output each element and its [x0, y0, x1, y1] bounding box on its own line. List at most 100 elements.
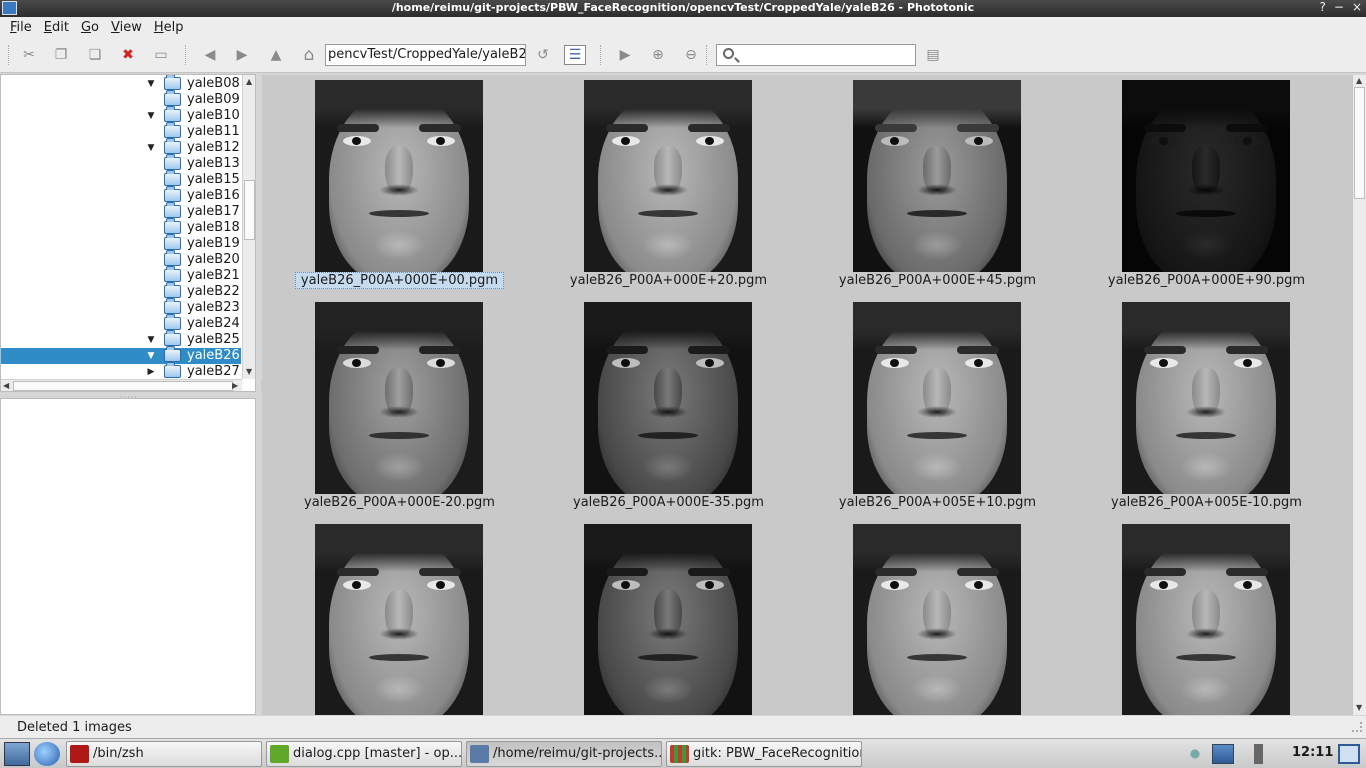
thumbnail-item[interactable] [262, 519, 531, 715]
tree-vertical-scrollbar[interactable]: ▲ ▼ [242, 75, 255, 379]
thumbnail-vertical-scrollbar[interactable]: ▲ ▼ [1352, 75, 1366, 715]
rename-icon[interactable]: ▭ [150, 45, 172, 65]
face-thumbnail-image[interactable] [315, 524, 483, 715]
network-wired-icon[interactable] [1212, 744, 1234, 764]
face-thumbnail-image[interactable] [1122, 302, 1290, 494]
tree-item-yaleB10[interactable]: ▼ yaleB10 [1, 106, 241, 124]
thumbnail-item[interactable]: yaleB26_P00A+000E-35.pgm [531, 297, 800, 519]
scroll-down-arrow[interactable]: ▼ [246, 367, 252, 376]
view-mode-icon[interactable]: ☰ [564, 45, 586, 65]
tree-horizontal-scrollbar[interactable]: ◀ ▶ [1, 379, 242, 391]
play-icon[interactable]: ▶ [614, 45, 636, 65]
desktop-switch-icon[interactable] [1338, 744, 1360, 764]
collapse-arrow-icon[interactable]: ▼ [146, 111, 156, 121]
tree-item-yaleB11[interactable]: yaleB11 [1, 122, 241, 140]
thumbnail-item[interactable] [800, 519, 1069, 715]
collapse-arrow-icon[interactable]: ▼ [146, 143, 156, 153]
paste-icon[interactable]: ❏ [84, 45, 106, 65]
menu-help[interactable]: Help [148, 20, 190, 35]
close-window-button[interactable]: × [1352, 0, 1362, 14]
clock[interactable]: 12:11 [1292, 745, 1333, 760]
help-window-button[interactable]: ? [1320, 0, 1326, 14]
thumbnail-item[interactable] [1069, 519, 1338, 715]
scroll-right-arrow[interactable]: ▶ [232, 381, 238, 390]
collapse-arrow-icon[interactable]: ▼ [146, 351, 156, 361]
arrow-right-icon[interactable]: ▶ [231, 45, 253, 65]
face-thumbnail-image[interactable] [1122, 80, 1290, 272]
thumbnail-item[interactable]: yaleB26_P00A+005E-10.pgm [1069, 297, 1338, 519]
tree-item-yaleB27[interactable]: ▶ yaleB27 [1, 362, 241, 380]
face-thumbnail-image[interactable] [584, 524, 752, 715]
scissors-icon[interactable]: ✂ [18, 45, 40, 65]
zoom-out-icon[interactable]: ⊖ [680, 45, 702, 65]
refresh-icon[interactable]: ↺ [532, 45, 554, 65]
path-input[interactable]: pencvTest/CroppedYale/yaleB26 [325, 44, 526, 66]
tree-item-yaleB23[interactable]: yaleB23 [1, 298, 241, 316]
task-gitk[interactable]: gitk: PBW_FaceRecognition [666, 741, 862, 767]
face-thumbnail-image[interactable] [584, 80, 752, 272]
tree-item-yaleB26[interactable]: ▼ yaleB26 [1, 346, 241, 364]
desktop-icon[interactable] [4, 742, 30, 766]
arrow-up-icon[interactable]: ▲ [265, 45, 287, 65]
expand-arrow-icon[interactable]: ▶ [146, 367, 156, 377]
scroll-down-arrow[interactable]: ▼ [1356, 703, 1362, 712]
thumbnail-item[interactable]: yaleB26_P00A+000E-20.pgm [262, 297, 531, 519]
scrollbar-thumb[interactable] [244, 180, 255, 240]
tree-item-yaleB17[interactable]: yaleB17 [1, 202, 241, 220]
settings-icon[interactable]: ▤ [922, 45, 944, 65]
tree-item-yaleB09[interactable]: yaleB09 [1, 90, 241, 108]
face-thumbnail-image[interactable] [853, 302, 1021, 494]
resize-grip[interactable] [1352, 722, 1362, 732]
face-thumbnail-image[interactable] [1122, 524, 1290, 715]
tree-item-yaleB15[interactable]: yaleB15 [1, 170, 241, 188]
scroll-up-arrow[interactable]: ▲ [246, 77, 252, 86]
thumbnail-item[interactable]: yaleB26_P00A+005E+10.pgm [800, 297, 1069, 519]
task-qt-creator[interactable]: dialog.cpp [master] - op... [266, 741, 462, 767]
face-thumbnail-image[interactable] [853, 524, 1021, 715]
menu-go[interactable]: Go [75, 20, 105, 35]
scroll-left-arrow[interactable]: ◀ [3, 381, 9, 390]
tree-item-yaleB08[interactable]: ▼ yaleB08 [1, 75, 241, 92]
thumbnail-item[interactable]: yaleB26_P00A+000E+90.pgm [1069, 75, 1338, 297]
tree-item-yaleB25[interactable]: ▼ yaleB25 [1, 330, 241, 348]
collapse-arrow-icon[interactable]: ▼ [146, 79, 156, 89]
minimize-window-button[interactable]: − [1334, 0, 1344, 14]
tree-item-yaleB13[interactable]: yaleB13 [1, 154, 241, 172]
network-wireless-icon[interactable] [1184, 744, 1206, 764]
tree-item-yaleB16[interactable]: yaleB16 [1, 186, 241, 204]
menu-file[interactable]: File [4, 20, 38, 35]
tree-item-yaleB12[interactable]: ▼ yaleB12 [1, 138, 241, 156]
zoom-in-icon[interactable]: ⊕ [647, 45, 669, 65]
search-input[interactable] [716, 44, 916, 66]
toolbar-handle[interactable] [8, 45, 10, 65]
folder-tree[interactable]: ▼ yaleB08 yaleB09 ▼ yaleB10 yaleB11 ▼ yaleB12 ya… [0, 74, 256, 392]
thumbnail-item[interactable]: yaleB26_P00A+000E+00.pgm [262, 75, 531, 297]
scrollbar-thumb[interactable] [1354, 87, 1365, 199]
tree-item-yaleB18[interactable]: yaleB18 [1, 218, 241, 236]
delete-icon[interactable]: ✖ [117, 45, 139, 65]
scrollbar-thumb[interactable] [13, 381, 233, 391]
task-phototonic[interactable]: /home/reimu/git-projects... [466, 741, 662, 767]
home-icon[interactable]: ⌂ [298, 45, 320, 65]
thumbnail-item[interactable]: yaleB26_P00A+000E+20.pgm [531, 75, 800, 297]
copy-icon[interactable]: ❐ [50, 45, 72, 65]
tree-item-yaleB20[interactable]: yaleB20 [1, 250, 241, 268]
window-titlebar[interactable]: /home/reimu/git-projects/PBW_FaceRecogni… [0, 0, 1366, 17]
tree-item-yaleB24[interactable]: yaleB24 [1, 314, 241, 332]
collapse-arrow-icon[interactable]: ▼ [146, 335, 156, 345]
face-thumbnail-image[interactable] [584, 302, 752, 494]
face-thumbnail-image[interactable] [315, 80, 483, 272]
menu-edit[interactable]: Edit [38, 20, 75, 35]
browser-globe-icon[interactable] [34, 742, 60, 766]
volume-icon[interactable] [1254, 744, 1276, 764]
face-thumbnail-image[interactable] [315, 302, 483, 494]
thumbnail-item[interactable]: yaleB26_P00A+000E+45.pgm [800, 75, 1069, 297]
menu-view[interactable]: View [105, 20, 148, 35]
arrow-left-icon[interactable]: ◀ [199, 45, 221, 65]
face-thumbnail-image[interactable] [853, 80, 1021, 272]
thumbnail-item[interactable] [531, 519, 800, 715]
tree-item-yaleB22[interactable]: yaleB22 [1, 282, 241, 300]
tree-item-yaleB19[interactable]: yaleB19 [1, 234, 241, 252]
task-terminal[interactable]: /bin/zsh [66, 741, 262, 767]
scroll-up-arrow[interactable]: ▲ [1356, 76, 1362, 85]
